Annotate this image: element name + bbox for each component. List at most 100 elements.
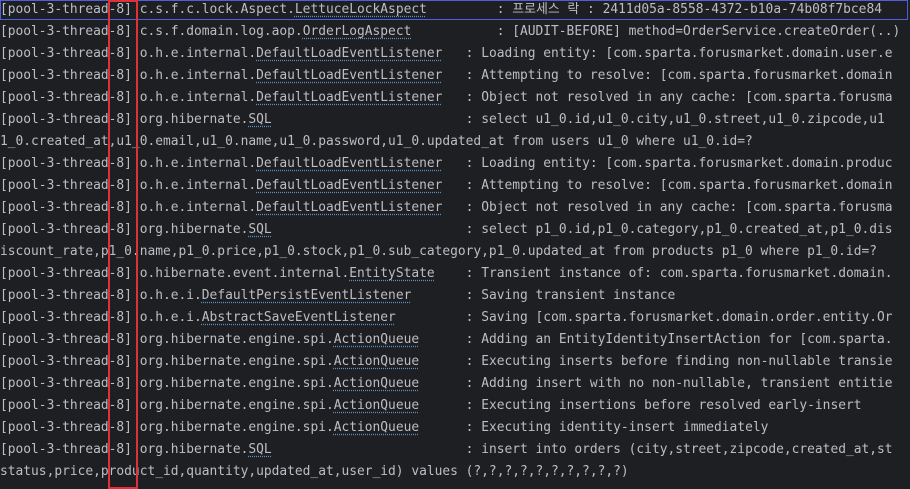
thread-name: [pool-3-thread-8] bbox=[0, 310, 132, 325]
log-message: : Object not resolved in any cache: [com… bbox=[457, 90, 893, 105]
thread-name: [pool-3-thread-8] bbox=[0, 2, 132, 17]
log-message: : Object not resolved in any cache: [com… bbox=[457, 200, 893, 215]
logger-package: org.hibernate.engine.spi. bbox=[139, 376, 334, 391]
logger-package: o.h.e.internal. bbox=[139, 46, 257, 61]
logger-class-link[interactable]: DefaultLoadEventListener bbox=[256, 200, 442, 215]
logger-package: o.h.e.internal. bbox=[139, 68, 257, 83]
thread-name: [pool-3-thread-8] bbox=[0, 288, 132, 303]
logger-name: org.hibernate.SQL bbox=[140, 222, 272, 237]
logger-name: org.hibernate.SQL bbox=[140, 442, 272, 457]
logger-class-link[interactable]: ActionQueue bbox=[334, 398, 419, 413]
log-line: [pool-3-thread-8] c.s.f.domain.log.aop.O… bbox=[0, 21, 910, 43]
logger-class-link[interactable]: SQL bbox=[248, 442, 271, 457]
logger-class-link[interactable]: SQL bbox=[248, 222, 271, 237]
logger-name: o.h.e.internal.DefaultLoadEventListener bbox=[140, 156, 443, 171]
thread-name: [pool-3-thread-8] bbox=[0, 398, 132, 413]
log-line: [pool-3-thread-8] org.hibernate.SQL : se… bbox=[0, 109, 910, 131]
logger-package: o.h.e.internal. bbox=[139, 178, 257, 193]
thread-name: [pool-3-thread-8] bbox=[0, 420, 132, 435]
logger-class-link[interactable]: ActionQueue bbox=[334, 354, 419, 369]
logger-package: c.s.f.c.lock.Aspect. bbox=[139, 2, 295, 17]
logger-package: org.hibernate.engine.spi. bbox=[139, 398, 334, 413]
thread-name: [pool-3-thread-8] bbox=[0, 354, 132, 369]
logger-class-link[interactable]: DefaultLoadEventListener bbox=[256, 178, 442, 193]
logger-class-link[interactable]: DefaultLoadEventListener bbox=[256, 90, 442, 105]
log-message: : Loading entity: [com.sparta.forusmarke… bbox=[457, 46, 893, 61]
logger-name: o.h.e.i.AbstractSaveEventListener bbox=[140, 310, 396, 325]
logger-package: org.hibernate.engine.spi. bbox=[139, 420, 334, 435]
logger-class-link[interactable]: DefaultLoadEventListener bbox=[256, 68, 442, 83]
log-continuation-text: 1_0.created_at,u1_0.email,u1_0.name,u1_0… bbox=[0, 134, 753, 149]
logger-name: o.h.e.internal.DefaultLoadEventListener bbox=[140, 46, 443, 61]
logger-class-link[interactable]: DefaultPersistEventListener bbox=[202, 288, 412, 303]
log-line: [pool-3-thread-8] o.hibernate.event.inte… bbox=[0, 263, 910, 285]
thread-name: [pool-3-thread-8] bbox=[0, 222, 132, 237]
log-line: [pool-3-thread-8] org.hibernate.engine.s… bbox=[0, 351, 910, 373]
thread-name: [pool-3-thread-8] bbox=[0, 332, 132, 347]
log-message: : Adding an EntityIdentityInsertAction f… bbox=[457, 332, 893, 347]
logger-class-link[interactable]: OrderLogAspect bbox=[303, 24, 412, 39]
logger-class-link[interactable]: ActionQueue bbox=[334, 420, 419, 435]
log-message: : 프로세스 락 : 2411d05a-8558-4372-b10a-74b08… bbox=[488, 2, 882, 17]
log-message: : Attempting to resolve: [com.sparta.for… bbox=[457, 68, 893, 83]
logger-class-link[interactable]: DefaultLoadEventListener bbox=[256, 46, 442, 61]
log-message: : select u1_0.id,u1_0.city,u1_0.street,u… bbox=[457, 112, 885, 127]
log-message: : Saving transient instance bbox=[457, 288, 676, 303]
logger-name: c.s.f.domain.log.aop.OrderLogAspect bbox=[140, 24, 412, 39]
log-line-continuation: iscount_rate,p1_0.name,p1_0.price,p1_0.s… bbox=[0, 241, 910, 263]
logger-name: o.hibernate.event.internal.EntityState bbox=[140, 266, 435, 281]
log-message: : [AUDIT-BEFORE] method=OrderService.cre… bbox=[488, 24, 901, 39]
thread-name: [pool-3-thread-8] bbox=[0, 112, 132, 127]
log-message: : Executing identity-insert immediately bbox=[457, 420, 769, 435]
logger-package: o.h.e.i. bbox=[139, 310, 202, 325]
logger-package: c.s.f.domain.log.aop. bbox=[139, 24, 303, 39]
log-line: [pool-3-thread-8] c.s.f.c.lock.Aspect.Le… bbox=[0, 0, 910, 21]
log-line: [pool-3-thread-8] org.hibernate.engine.s… bbox=[0, 417, 910, 439]
logger-name: o.h.e.internal.DefaultLoadEventListener bbox=[140, 90, 443, 105]
log-line: [pool-3-thread-8] org.hibernate.SQL : in… bbox=[0, 439, 910, 461]
logger-package: org.hibernate.engine.spi. bbox=[139, 332, 334, 347]
logger-package: o.h.e.internal. bbox=[139, 156, 257, 171]
logger-package: o.h.e.internal. bbox=[139, 200, 257, 215]
console-output[interactable]: [pool-3-thread-8] c.s.f.c.lock.Aspect.Le… bbox=[0, 0, 910, 489]
thread-name: [pool-3-thread-8] bbox=[0, 376, 132, 391]
thread-name: [pool-3-thread-8] bbox=[0, 24, 132, 39]
log-line: [pool-3-thread-8] o.h.e.internal.Default… bbox=[0, 153, 910, 175]
log-line: [pool-3-thread-8] org.hibernate.SQL : se… bbox=[0, 219, 910, 241]
logger-package: o.h.e.i. bbox=[139, 288, 202, 303]
logger-package: o.h.e.internal. bbox=[139, 90, 257, 105]
logger-class-link[interactable]: LettuceLockAspect bbox=[295, 2, 427, 17]
logger-class-link[interactable]: AbstractSaveEventListener bbox=[202, 310, 396, 325]
logger-name: o.h.e.i.DefaultPersistEventListener bbox=[140, 288, 412, 303]
logger-name: o.h.e.internal.DefaultLoadEventListener bbox=[140, 178, 443, 193]
log-line: [pool-3-thread-8] o.h.e.i.AbstractSaveEv… bbox=[0, 307, 910, 329]
logger-package: org.hibernate. bbox=[139, 112, 249, 127]
logger-package: org.hibernate.engine.spi. bbox=[139, 354, 334, 369]
log-line-continuation: 1_0.created_at,u1_0.email,u1_0.name,u1_0… bbox=[0, 131, 910, 153]
log-line: [pool-3-thread-8] org.hibernate.engine.s… bbox=[0, 329, 910, 351]
log-line: [pool-3-thread-8] o.h.e.internal.Default… bbox=[0, 65, 910, 87]
logger-class-link[interactable]: ActionQueue bbox=[334, 376, 419, 391]
logger-package: o.hibernate.event.internal. bbox=[139, 266, 350, 281]
logger-class-link[interactable]: DefaultLoadEventListener bbox=[256, 156, 442, 171]
logger-class-link[interactable]: SQL bbox=[248, 112, 271, 127]
log-line-continuation: status,price,product_id,quantity,updated… bbox=[0, 461, 910, 483]
thread-name: [pool-3-thread-8] bbox=[0, 156, 132, 171]
logger-name: org.hibernate.engine.spi.ActionQueue bbox=[140, 354, 419, 369]
log-line: [pool-3-thread-8] o.h.e.internal.Default… bbox=[0, 175, 910, 197]
log-line: [pool-3-thread-8] org.hibernate.engine.s… bbox=[0, 373, 910, 395]
log-line: [pool-3-thread-8] o.h.e.internal.Default… bbox=[0, 197, 910, 219]
thread-name: [pool-3-thread-8] bbox=[0, 266, 132, 281]
logger-class-link[interactable]: ActionQueue bbox=[334, 332, 419, 347]
log-message: : Executing inserts before finding non-n… bbox=[457, 354, 893, 369]
thread-name: [pool-3-thread-8] bbox=[0, 178, 132, 193]
log-message: : select p1_0.id,p1_0.category,p1_0.crea… bbox=[457, 222, 893, 237]
logger-name: org.hibernate.engine.spi.ActionQueue bbox=[140, 398, 419, 413]
logger-name: c.s.f.c.lock.Aspect.LettuceLockAspect bbox=[140, 2, 427, 17]
thread-name: [pool-3-thread-8] bbox=[0, 200, 132, 215]
logger-name: org.hibernate.engine.spi.ActionQueue bbox=[140, 332, 419, 347]
log-line: [pool-3-thread-8] o.h.e.internal.Default… bbox=[0, 87, 910, 109]
log-message: : Saving [com.sparta.forusmarket.domain.… bbox=[457, 310, 893, 325]
logger-name: org.hibernate.engine.spi.ActionQueue bbox=[140, 376, 419, 391]
logger-class-link[interactable]: EntityState bbox=[349, 266, 434, 281]
